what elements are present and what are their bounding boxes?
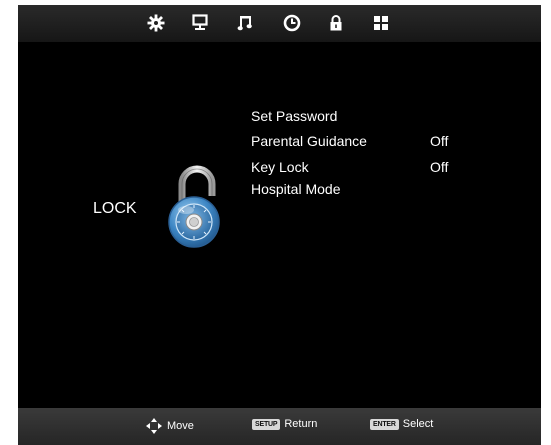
enter-key-badge: ENTER <box>370 418 399 430</box>
setup-key-badge: SETUP <box>252 418 281 430</box>
hint-select-label: Select <box>402 418 434 430</box>
menu-item-label: Key Lock <box>251 159 309 175</box>
clock-icon <box>283 14 301 32</box>
hint-return-label: Return <box>284 418 318 430</box>
menu-item-label: Parental Guidance <box>251 133 367 149</box>
tab-sound[interactable] <box>233 11 257 35</box>
padlock-icon <box>330 15 342 31</box>
hint-return: SETUP Return <box>252 418 317 430</box>
hint-select: ENTER Select <box>370 418 433 430</box>
menu-item-value: Off <box>430 133 449 149</box>
page-title: LOCK <box>93 200 137 217</box>
lock-menu-panel: LOCK Set Password Parental Guidance Off … <box>18 42 541 408</box>
hint-move: Move <box>146 418 194 434</box>
menu-item-label: Hospital Mode <box>251 181 341 197</box>
music-note-icon <box>237 16 252 31</box>
tab-time[interactable] <box>280 11 304 35</box>
tab-picture[interactable] <box>188 11 212 35</box>
top-menu-bar <box>18 5 541 42</box>
monitor-icon <box>192 14 208 30</box>
tab-option[interactable] <box>369 11 393 35</box>
hint-move-label: Move <box>167 420 194 432</box>
menu-item-value: Off <box>430 159 449 175</box>
combination-padlock-icon <box>162 158 226 254</box>
tab-setup[interactable] <box>144 11 168 35</box>
dpad-arrows-icon <box>146 418 162 434</box>
tab-lock[interactable] <box>324 11 348 35</box>
gear-icon <box>147 14 165 32</box>
bottom-hint-bar: Move SETUP Return ENTER Select <box>18 408 541 445</box>
tv-settings-screen: LOCK Set Password Parental Guidance Off … <box>0 0 551 445</box>
menu-item-label: Set Password <box>251 108 338 124</box>
grid-icon <box>374 16 388 30</box>
